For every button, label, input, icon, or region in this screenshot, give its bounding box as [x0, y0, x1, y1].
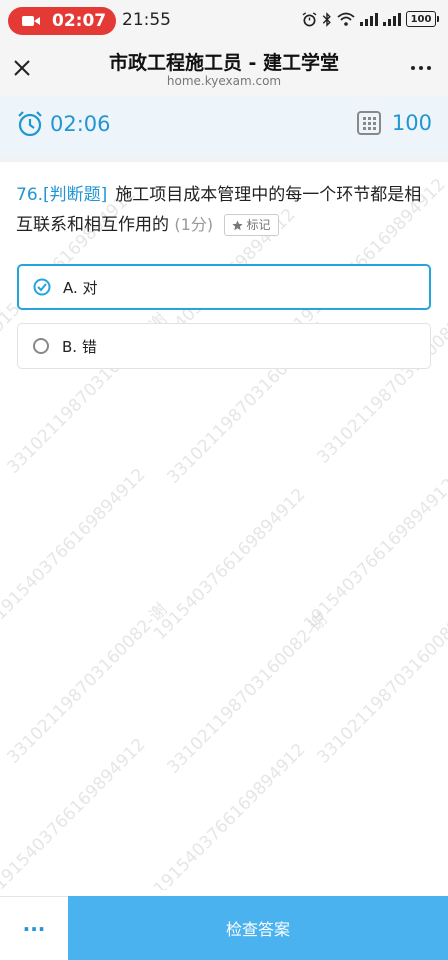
- page-title: 市政工程施工员 - 建工学堂: [108, 52, 340, 74]
- signal-icon: [360, 12, 378, 26]
- question-score: (1分): [174, 215, 214, 234]
- record-time: 02:07: [52, 11, 107, 31]
- alarm-icon: [302, 11, 317, 26]
- question-type: [判断题]: [43, 185, 108, 205]
- question-number: 76.: [16, 185, 44, 205]
- section-divider: [0, 154, 448, 162]
- watermark-text: 19154037661698949​12: [300, 474, 448, 635]
- star-icon: [232, 219, 244, 230]
- page-url: home.kyexam.com: [166, 74, 282, 88]
- clock: 21:55: [122, 10, 171, 30]
- option-a-label: A. 对: [63, 278, 98, 297]
- signal-icon-2: [383, 12, 401, 26]
- more-dot-icon: [427, 66, 431, 70]
- nav-bar: 市政工程施工员 - 建工学堂 home.kyexam.com: [0, 40, 448, 96]
- screen-record-indicator[interactable]: 02:07: [8, 7, 116, 35]
- battery-indicator: 100: [406, 11, 439, 27]
- watermark-text: 331021198703160082-谢: [313, 299, 448, 468]
- question-count: 100: [391, 111, 432, 135]
- option-b[interactable]: B. 错: [17, 323, 431, 369]
- more-options-button[interactable]: [408, 56, 434, 80]
- radio-unchecked-icon: [33, 338, 49, 354]
- question-block: 76.[判断题] 施工项目成本管理中的每一个环节都是相互联系和相互作用的 (1分)…: [16, 180, 436, 240]
- bluetooth-icon: [322, 11, 331, 27]
- watermark-text: 19154037661698949​12: [0, 734, 150, 890]
- status-bar: 02:07 21:55 100: [0, 0, 448, 40]
- check-answer-button[interactable]: 检查答案: [68, 896, 448, 960]
- option-a[interactable]: A. 对: [17, 264, 431, 310]
- exam-timer-bar: 02:06 100: [0, 96, 448, 154]
- answer-sheet-button[interactable]: 100: [356, 110, 432, 136]
- wifi-icon: [337, 12, 355, 26]
- watermark-text: 19154037661698949​12: [150, 484, 310, 645]
- watermark-text: 331021198703160082-谢: [3, 599, 172, 768]
- alarm-clock-icon: [18, 111, 42, 137]
- more-dot-icon: [419, 66, 423, 70]
- more-dot-icon: [411, 66, 415, 70]
- answer-sheet-icon: [356, 111, 381, 135]
- watermark-text: 19154037661698949​12: [0, 464, 150, 625]
- mark-button[interactable]: 标记: [224, 214, 279, 236]
- countdown-timer: 02:06: [16, 110, 111, 138]
- watermark-text: 331021198703160082-谢: [313, 599, 448, 768]
- video-camera-icon: [22, 16, 40, 26]
- mark-label: 标记: [246, 218, 271, 232]
- option-b-label: B. 错: [62, 337, 97, 356]
- more-menu-button[interactable]: ···: [0, 896, 68, 960]
- timer-value: 02:06: [50, 112, 111, 136]
- watermark-text: 331021198703160082-谢: [163, 609, 332, 778]
- radio-checked-icon: [33, 278, 51, 296]
- bottom-action-bar: ··· 检查答案: [0, 896, 448, 960]
- watermark-text: 19154037661698949​12: [150, 739, 310, 890]
